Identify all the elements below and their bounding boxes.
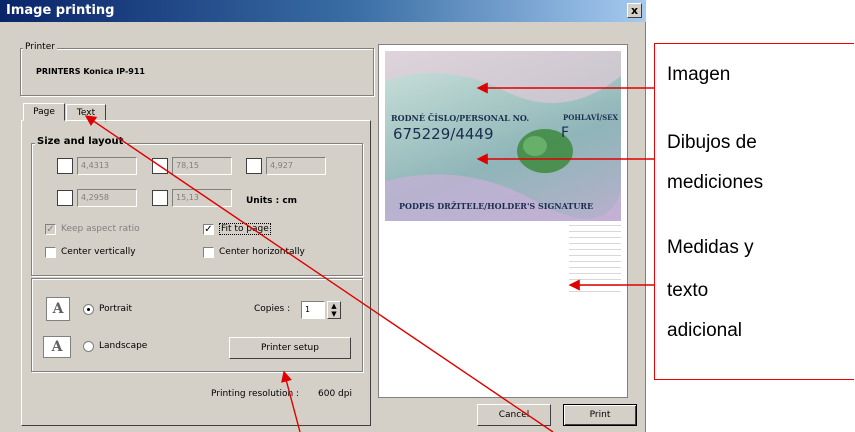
printer-legend: Printer [23, 42, 57, 52]
landscape-page-icon: A [43, 336, 71, 358]
copies-field[interactable]: 1 [301, 301, 325, 319]
measurement-text-block [569, 225, 621, 295]
id-signature: PODPIS DRŽITELE/HOLDER'S SIGNATURE [399, 201, 594, 211]
top-field[interactable]: 4,2958 [77, 189, 137, 207]
center-horizontally-label: Center horizontally [219, 247, 305, 257]
id-personal-no: RODNÉ ČÍSLO/PERSONAL NO. [391, 113, 530, 123]
keep-aspect-label: Keep aspect ratio [61, 224, 140, 234]
keep-aspect-checkbox[interactable]: ✓ [45, 224, 56, 235]
tab-text-label: Text [76, 108, 96, 118]
annotation-imagen: Imagen [667, 64, 731, 85]
landscape-label: Landscape [99, 341, 148, 351]
tab-page[interactable]: Page [23, 103, 65, 121]
portrait-radio[interactable] [83, 304, 94, 315]
resolution-value: 600 dpi [318, 389, 352, 399]
fit-to-page-label: Fit to page [219, 223, 271, 235]
id-number: 675229/4449 [393, 125, 494, 143]
image-printing-dialog: Image printing x Printer PRINTERS Konica… [0, 0, 646, 432]
scale-icon [246, 158, 262, 174]
annotation-medidas-2: texto [667, 280, 709, 301]
height-field[interactable]: 15,13 [172, 189, 232, 207]
tab-page-label: Page [33, 107, 55, 117]
width-icon [152, 158, 168, 174]
printer-setup-button[interactable]: Printer setup [229, 337, 351, 359]
annotation-dibujos-1: Dibujos de [667, 132, 757, 153]
left-field[interactable]: 4,4313 [77, 157, 137, 175]
top-margin-icon [57, 190, 73, 206]
fit-to-page-checkbox[interactable]: ✓ [203, 224, 214, 235]
height-icon [152, 190, 168, 206]
close-button[interactable]: x [627, 3, 642, 18]
width-field[interactable]: 78,15 [172, 157, 232, 175]
resolution-label: Printing resolution : [211, 389, 300, 399]
title-bar[interactable]: Image printing x [0, 0, 646, 22]
portrait-label: Portrait [99, 304, 133, 314]
id-sex-value: F [561, 125, 570, 141]
annotation-medidas-3: adicional [667, 320, 742, 341]
copies-spinner[interactable]: ▲ ▼ [327, 301, 341, 319]
id-card-image: RODNÉ ČÍSLO/PERSONAL NO. POHLAVÍ/SEX 675… [385, 51, 621, 221]
units-label: Units : cm [246, 196, 298, 206]
copies-label: Copies : [254, 304, 291, 314]
id-sex-label: POHLAVÍ/SEX [563, 113, 618, 122]
center-vertically-label: Center vertically [61, 247, 136, 257]
center-vertically-checkbox[interactable] [45, 247, 56, 258]
printer-name: PRINTERS Konica IP-911 [36, 67, 145, 76]
print-button[interactable]: Print [563, 404, 637, 426]
left-margin-icon [57, 158, 73, 174]
cancel-button[interactable]: Cancel [477, 404, 551, 426]
portrait-page-icon: A [46, 297, 70, 321]
window-title: Image printing [6, 3, 115, 18]
print-preview: RODNÉ ČÍSLO/PERSONAL NO. POHLAVÍ/SEX 675… [378, 44, 628, 398]
annotation-dibujos-2: mediciones [667, 172, 764, 193]
scale-field[interactable]: 4,927 [266, 157, 326, 175]
annotation-medidas-1: Medidas y [667, 237, 754, 258]
size-layout-legend: Size and layout [35, 136, 126, 147]
center-horizontally-checkbox[interactable] [203, 247, 214, 258]
landscape-radio[interactable] [83, 341, 94, 352]
